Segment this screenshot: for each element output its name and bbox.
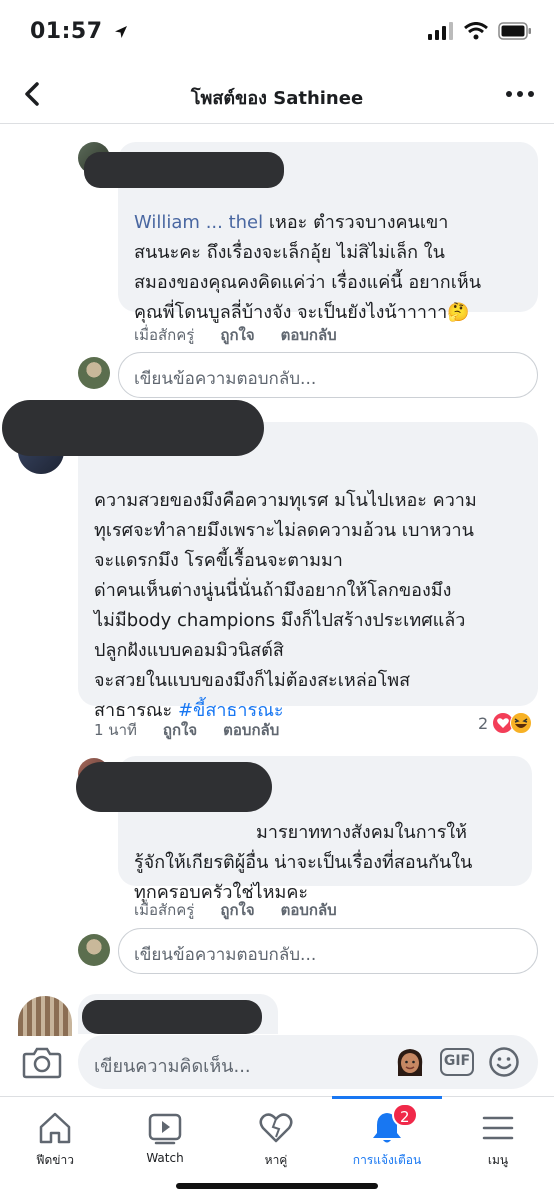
status-time: 01:57	[30, 19, 129, 44]
more-options-button[interactable]	[506, 82, 534, 106]
smiley-icon	[489, 1047, 519, 1077]
redaction-mark	[84, 152, 284, 188]
tab-dating[interactable]: หาคู่	[221, 1097, 331, 1177]
comment-text: William ... thel เหอะ ตำรวจบางคนเขา สนนะ…	[134, 178, 534, 328]
tab-label: การแจ้งเตือน	[352, 1153, 422, 1167]
page-title: โพสต์ของ Sathinee	[190, 88, 364, 109]
comment-time: 1 นาที	[94, 721, 137, 739]
home-icon	[39, 1112, 71, 1144]
menu-icon	[482, 1116, 514, 1140]
status-icons	[428, 22, 532, 40]
redaction-mark	[76, 762, 272, 812]
like-button[interactable]: ถูกใจ	[220, 323, 254, 347]
watch-icon	[148, 1113, 182, 1145]
reply-placeholder: เขียนข้อความตอบกลับ...	[134, 945, 317, 965]
gif-label: GIF	[443, 1053, 471, 1069]
emoji-button[interactable]	[488, 1046, 520, 1078]
mentioned-user-link[interactable]: William ... thel	[134, 212, 263, 233]
reply-placeholder: เขียนข้อความตอบกลับ...	[134, 369, 317, 389]
comment-time: เมื่อสักครู่	[134, 326, 195, 344]
gif-button[interactable]: GIF	[440, 1048, 474, 1076]
like-button[interactable]: ถูกใจ	[220, 898, 254, 922]
comment-body: ความสวยของมึงคือความทุเรศ มโนไปเหอะ ความ…	[94, 490, 477, 721]
comment-compose-bar: เขียนความคิดเห็น... GIF	[0, 1033, 554, 1091]
more-dot-icon	[528, 91, 534, 97]
comment-actions: 1 นาที ถูกใจ ตอบกลับ	[94, 718, 279, 742]
like-button[interactable]: ถูกใจ	[163, 718, 197, 742]
notification-badge: 2	[392, 1103, 418, 1127]
tab-watch[interactable]: Watch	[110, 1097, 220, 1177]
tab-notifications[interactable]: 2 การแจ้งเตือน	[332, 1096, 442, 1177]
reply-button[interactable]: ตอบกลับ	[223, 718, 279, 742]
tab-label: Watch	[146, 1151, 184, 1165]
tab-label: ฟีดข่าว	[36, 1153, 74, 1167]
reaction-count: 2	[478, 713, 489, 733]
my-avatar	[78, 357, 110, 389]
haha-reaction-icon	[510, 712, 533, 734]
tab-news-feed[interactable]: ฟีดข่าว	[0, 1097, 110, 1177]
reaction-summary[interactable]: 2	[478, 712, 533, 734]
more-dot-icon	[517, 91, 523, 97]
comment-input[interactable]: เขียนความคิดเห็น... GIF	[78, 1035, 538, 1089]
avatar[interactable]	[18, 996, 72, 1036]
camera-icon	[22, 1047, 62, 1079]
comment-actions: เมื่อสักครู่ ถูกใจ ตอบกลับ	[134, 898, 337, 922]
tab-menu[interactable]: เมนู	[443, 1097, 553, 1177]
comment-actions: เมื่อสักครู่ ถูกใจ ตอบกลับ	[134, 323, 337, 347]
comment-body: มารยาททางสังคมในการให้ รู้จักให้เกียรติผ…	[134, 822, 473, 903]
redaction-mark	[2, 400, 264, 456]
comment-placeholder: เขียนความคิดเห็น...	[94, 1056, 251, 1077]
more-dot-icon	[506, 91, 512, 97]
my-avatar	[78, 934, 110, 966]
reply-button[interactable]: ตอบกลับ	[281, 898, 337, 922]
avatar-sticker-icon	[397, 1049, 423, 1076]
dating-heart-icon	[259, 1113, 293, 1143]
home-indicator	[176, 1183, 378, 1189]
avatar-sticker-button[interactable]	[394, 1046, 426, 1078]
reply-input[interactable]: เขียนข้อความตอบกลับ...	[118, 352, 538, 398]
battery-icon	[498, 22, 531, 40]
signal-icon	[428, 22, 453, 40]
reply-button[interactable]: ตอบกลับ	[281, 323, 337, 347]
status-bar: 01:57	[0, 0, 554, 66]
camera-button[interactable]	[22, 1045, 62, 1079]
location-arrow-icon	[114, 26, 127, 38]
post-header: โพสต์ของ Sathinee	[0, 66, 554, 124]
reply-input[interactable]: เขียนข้อความตอบกลับ...	[118, 928, 538, 974]
comment-text: ความสวยของมึงคือความทุเรศ มโนไปเหอะ ความ…	[94, 456, 534, 726]
comment-time: เมื่อสักครู่	[134, 901, 195, 919]
redaction-mark	[82, 1000, 262, 1034]
tab-label: เมนู	[487, 1153, 509, 1167]
tab-label: หาคู่	[264, 1153, 288, 1167]
wifi-icon	[464, 22, 488, 40]
status-time-text: 01:57	[30, 19, 103, 44]
